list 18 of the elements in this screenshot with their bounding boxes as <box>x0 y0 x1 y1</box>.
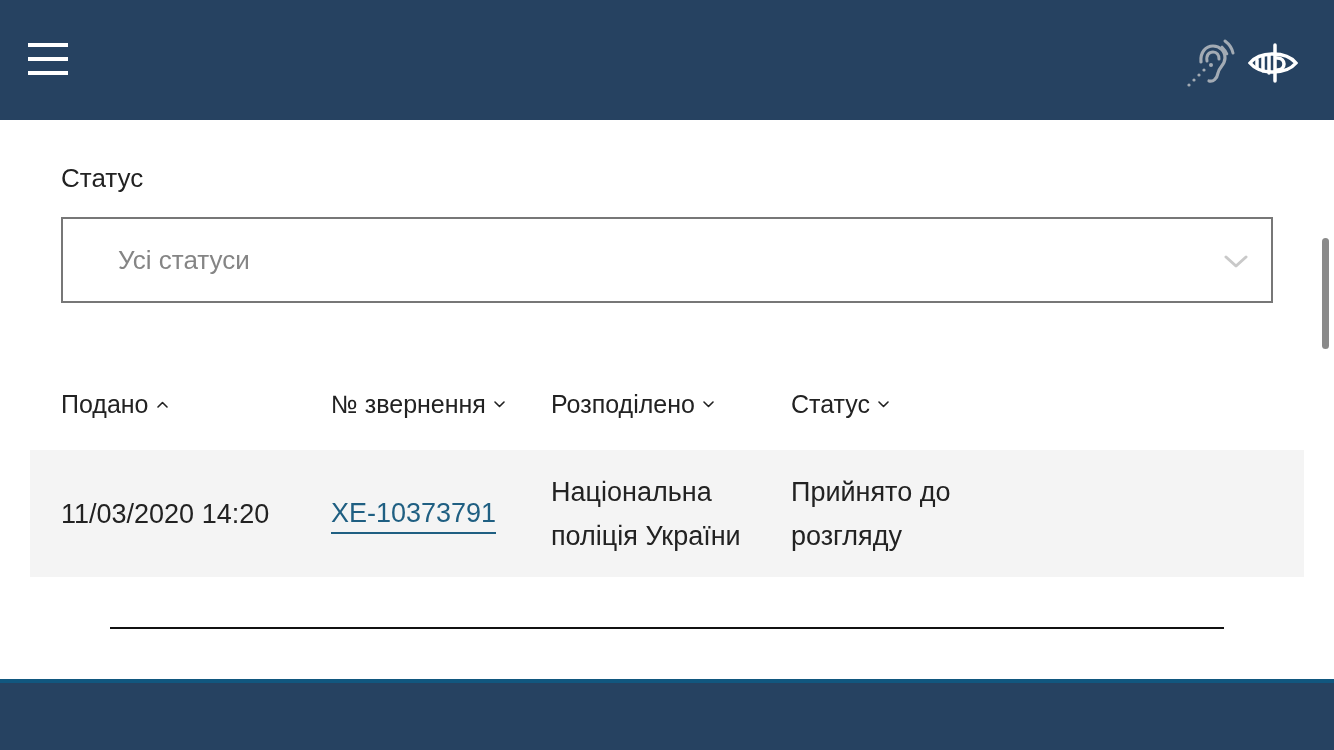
menu-icon <box>28 43 68 75</box>
menu-button[interactable] <box>28 43 68 75</box>
table-cell-text: 11/03/2020 14:20 <box>61 497 270 531</box>
hearing-button[interactable] <box>1186 38 1236 88</box>
eye-icon <box>1248 43 1298 83</box>
column-header[interactable]: № звернення <box>331 388 505 420</box>
status-dropdown[interactable]: Усі статуси <box>61 217 1273 303</box>
column-header[interactable]: Розподілено <box>551 388 714 420</box>
ear-icon <box>1186 38 1236 88</box>
filter-label: Статус <box>61 162 144 194</box>
chevron-down-icon <box>1224 255 1248 268</box>
scrollbar[interactable] <box>1322 238 1329 349</box>
table-cell-text: Прийнято до розгляду <box>791 475 952 553</box>
column-header[interactable]: Подано <box>61 388 168 420</box>
low-vision-button[interactable] <box>1248 43 1298 83</box>
column-header[interactable]: Статус <box>791 388 890 420</box>
request-link[interactable]: XE-10373791 <box>331 493 497 534</box>
table-cell-text: Національна поліція України <box>551 475 742 553</box>
